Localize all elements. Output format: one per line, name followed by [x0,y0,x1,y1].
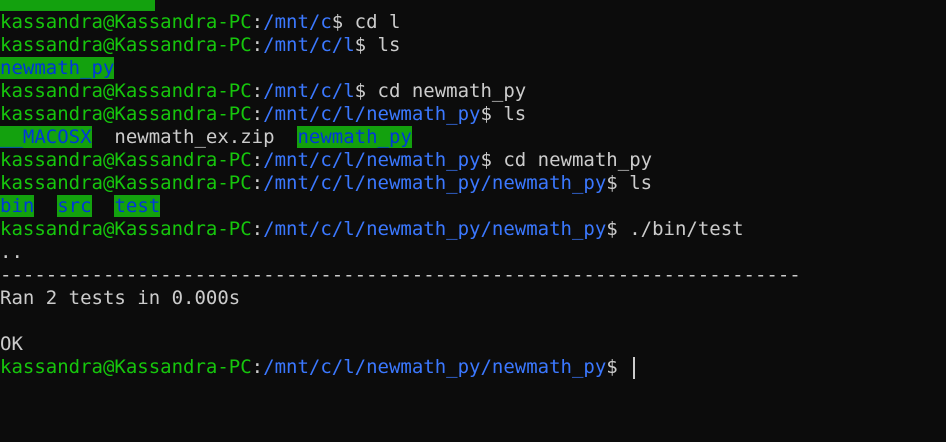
prompt-path: /mnt/c/l/newmath_py [263,149,481,171]
output-text: OK [0,333,23,355]
prompt-user-host: kassandra@Kassandra-PC [0,218,252,240]
prompt-symbol: $ [480,149,504,171]
output-line: ----------------------------------------… [0,264,946,287]
prompt-path: /mnt/c/l [263,34,355,56]
prompt-symbol: $ [606,218,630,240]
prompt-command: ./bin/test [629,218,744,240]
prompt-symbol: $ [606,172,630,194]
ls-directory-entry: newmath_py [297,126,412,148]
prompt-separator: : [251,218,264,240]
prompt-path: /mnt/c/l/newmath_py [263,103,481,125]
prompt-user-host: kassandra@Kassandra-PC [0,80,252,102]
terminal-line-cutoff [0,0,946,11]
terminal-window[interactable]: kassandra@Kassandra-PC:/mnt/c$ cd l kassa… [0,0,946,442]
prompt-command: ls [503,103,527,125]
prompt-separator: : [251,11,264,33]
prompt-path: /mnt/c [263,11,332,33]
prompt-symbol: $ [331,11,355,33]
prompt-path: /mnt/c/l/newmath_py/newmath_py [263,172,607,194]
ls-output-line: bin src test [0,195,946,218]
prompt-separator: : [251,34,264,56]
prompt-path: /mnt/c/l [263,80,355,102]
ls-output-line: newmath_py [0,57,946,80]
prompt-user-host: kassandra@Kassandra-PC [0,149,252,171]
ls-file-entry: newmath_ex.zip [114,126,275,148]
prompt-command: ls [629,172,653,194]
prompt-user-host: kassandra@Kassandra-PC [0,103,252,125]
prompt-line: kassandra@Kassandra-PC:/mnt/c/l$ cd newm… [0,80,946,103]
prompt-path: /mnt/c/l/newmath_py/newmath_py [263,356,607,378]
output-line: .. [0,241,946,264]
terminal-scrollback: kassandra@Kassandra-PC:/mnt/c$ cd l kassa… [0,0,946,379]
prompt-user-host: kassandra@Kassandra-PC [0,34,252,56]
prompt-path: /mnt/c/l/newmath_py/newmath_py [263,218,607,240]
prompt-command: cd l [354,11,401,33]
prompt-separator: : [251,149,264,171]
prompt-separator: : [251,103,264,125]
prompt-line: kassandra@Kassandra-PC:/mnt/c/l/newmath_… [0,149,946,172]
prompt-separator: : [251,172,264,194]
prompt-line: kassandra@Kassandra-PC:/mnt/c/l/newmath_… [0,172,946,195]
ls-directory-entry: bin [0,195,35,217]
prompt-line: kassandra@Kassandra-PC:/mnt/c/l/newmath_… [0,356,946,379]
prompt-separator: : [251,356,264,378]
prompt-symbol: $ [354,34,378,56]
prompt-symbol: $ [354,80,378,102]
output-line: Ran 2 tests in 0.000s [0,287,946,310]
prompt-user-host: kassandra@Kassandra-PC [0,11,252,33]
text-cursor[interactable] [633,356,636,379]
ls-directory-entry: test [114,195,161,217]
ls-directory-entry: src [57,195,92,217]
output-text: Ran 2 tests in 0.000s [0,287,241,309]
prompt-command: cd newmath_py [377,80,527,102]
output-line: OK [0,333,946,356]
prompt-symbol: $ [480,103,504,125]
ls-directory-entry: newmath_py [0,57,115,79]
prompt-line: kassandra@Kassandra-PC:/mnt/c/l$ ls [0,34,946,57]
prompt-command: ls [377,34,401,56]
prompt-command: cd newmath_py [503,149,653,171]
prompt-line: kassandra@Kassandra-PC:/mnt/c/l/newmath_… [0,103,946,126]
prompt-line: kassandra@Kassandra-PC:/mnt/c/l/newmath_… [0,218,946,241]
output-text: ----------------------------------------… [0,264,801,286]
prompt-separator: : [251,80,264,102]
prompt-line: kassandra@Kassandra-PC:/mnt/c$ cd l [0,11,946,34]
cutoff-highlight [0,0,155,11]
prompt-user-host: kassandra@Kassandra-PC [0,172,252,194]
prompt-symbol: $ [606,356,630,378]
output-text: .. [0,241,23,263]
prompt-user-host: kassandra@Kassandra-PC [0,356,252,378]
ls-directory-entry: __MACOSX [0,126,92,148]
ls-output-line: __MACOSX newmath_ex.zip newmath_py [0,126,946,149]
